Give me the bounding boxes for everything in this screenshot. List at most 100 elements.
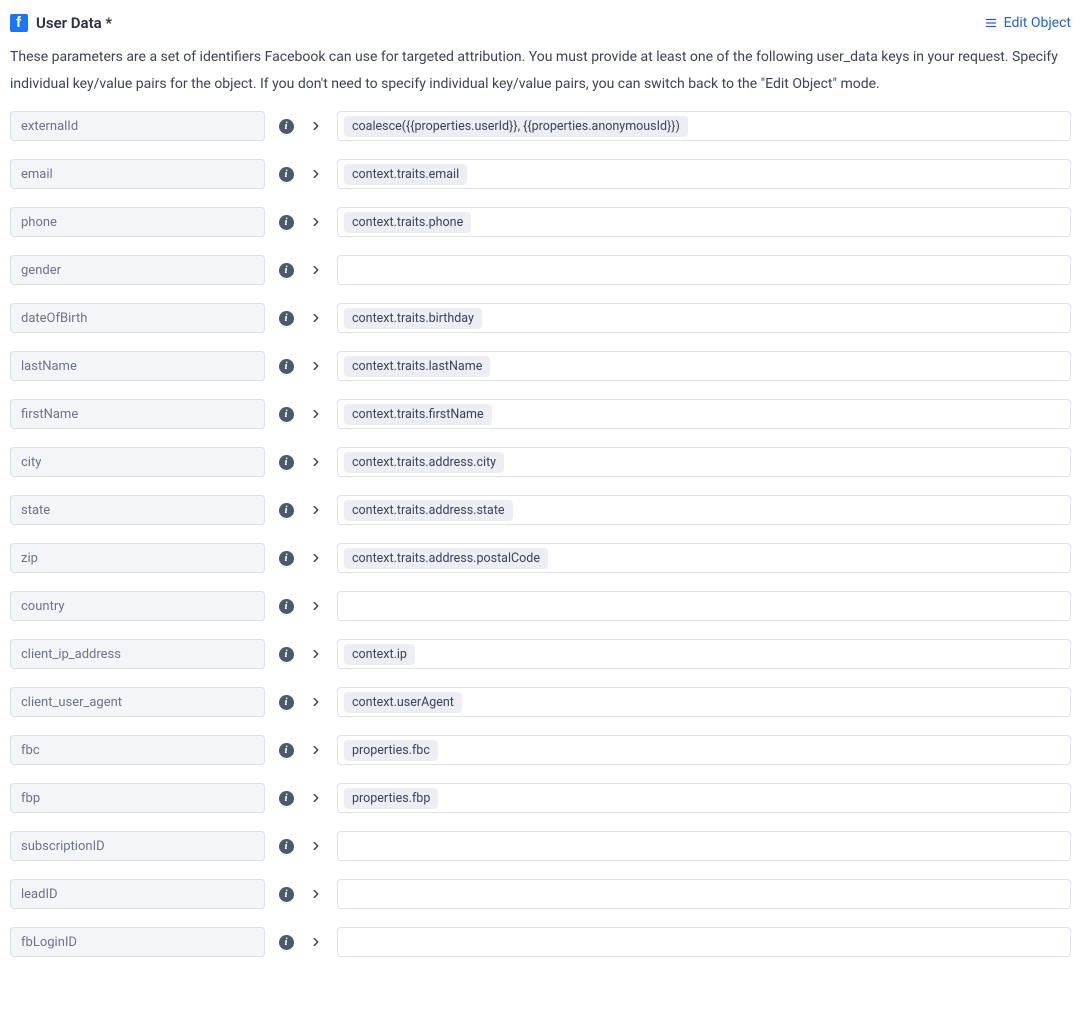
- info-icon[interactable]: i: [279, 599, 294, 614]
- key-value-row: externalId i coalesce({{properties.userId}…: [10, 111, 1071, 141]
- chevron-right-icon: [309, 215, 323, 229]
- key-input[interactable]: client_ip_address: [10, 639, 265, 669]
- value-chip: context.traits.lastName: [344, 356, 490, 377]
- chevron-col: [307, 591, 325, 621]
- info-icon[interactable]: i: [279, 647, 294, 662]
- info-icon[interactable]: i: [279, 887, 294, 902]
- value-chip: context.traits.firstName: [344, 404, 492, 425]
- info-icon[interactable]: i: [279, 311, 294, 326]
- value-input[interactable]: context.traits.address.state: [337, 495, 1071, 525]
- info-icon-col: i: [277, 255, 295, 285]
- value-chip: context.traits.phone: [344, 212, 471, 233]
- info-icon[interactable]: i: [279, 839, 294, 854]
- value-input[interactable]: context.traits.phone: [337, 207, 1071, 237]
- key-input[interactable]: client_user_agent: [10, 687, 265, 717]
- key-input[interactable]: gender: [10, 255, 265, 285]
- info-icon-col: i: [277, 639, 295, 669]
- key-input[interactable]: zip: [10, 543, 265, 573]
- info-icon-col: i: [277, 351, 295, 381]
- chevron-col: [307, 351, 325, 381]
- info-icon-col: i: [277, 543, 295, 573]
- key-input[interactable]: leadID: [10, 879, 265, 909]
- chevron-right-icon: [309, 407, 323, 421]
- chevron-col: [307, 111, 325, 141]
- edit-object-button[interactable]: Edit Object: [984, 15, 1071, 31]
- section-title: User Data *: [36, 14, 112, 32]
- value-input[interactable]: [337, 831, 1071, 861]
- info-icon[interactable]: i: [279, 551, 294, 566]
- key-input[interactable]: fbc: [10, 735, 265, 765]
- value-input[interactable]: coalesce({{properties.userId}}, {{proper…: [337, 111, 1071, 141]
- key-input[interactable]: fbLoginID: [10, 927, 265, 957]
- value-input[interactable]: context.ip: [337, 639, 1071, 669]
- info-icon-col: i: [277, 207, 295, 237]
- key-value-row: emaili context.traits.email: [10, 159, 1071, 189]
- key-value-rows: externalId i coalesce({{properties.userId}…: [10, 111, 1071, 957]
- key-input[interactable]: fbp: [10, 783, 265, 813]
- value-input[interactable]: [337, 255, 1071, 285]
- value-input[interactable]: context.userAgent: [337, 687, 1071, 717]
- value-chip: context.traits.address.state: [344, 500, 513, 521]
- chevron-right-icon: [309, 551, 323, 565]
- value-input[interactable]: context.traits.address.postalCode: [337, 543, 1071, 573]
- value-input[interactable]: context.traits.firstName: [337, 399, 1071, 429]
- key-input[interactable]: country: [10, 591, 265, 621]
- key-value-row: lastName i context.traits.lastName: [10, 351, 1071, 381]
- chevron-col: [307, 207, 325, 237]
- chevron-right-icon: [309, 599, 323, 613]
- key-value-row: statei context.traits.address.state: [10, 495, 1071, 525]
- value-chip: context.ip: [344, 644, 415, 665]
- value-chip: properties.fbc: [344, 740, 438, 761]
- info-icon[interactable]: i: [279, 743, 294, 758]
- info-icon-col: i: [277, 591, 295, 621]
- key-input[interactable]: lastName: [10, 351, 265, 381]
- key-input[interactable]: state: [10, 495, 265, 525]
- value-input[interactable]: properties.fbp: [337, 783, 1071, 813]
- header-left: User Data *: [10, 14, 112, 32]
- info-icon-col: i: [277, 399, 295, 429]
- value-input[interactable]: context.traits.birthday: [337, 303, 1071, 333]
- info-icon[interactable]: i: [279, 359, 294, 374]
- chevron-col: [307, 879, 325, 909]
- chevron-right-icon: [309, 359, 323, 373]
- info-icon[interactable]: i: [279, 455, 294, 470]
- value-input[interactable]: context.traits.lastName: [337, 351, 1071, 381]
- info-icon-col: i: [277, 447, 295, 477]
- chevron-col: [307, 159, 325, 189]
- chevron-col: [307, 255, 325, 285]
- value-input[interactable]: properties.fbc: [337, 735, 1071, 765]
- chevron-right-icon: [309, 695, 323, 709]
- value-input[interactable]: [337, 879, 1071, 909]
- chevron-right-icon: [309, 935, 323, 949]
- value-input[interactable]: [337, 591, 1071, 621]
- key-input[interactable]: externalId: [10, 111, 265, 141]
- info-icon[interactable]: i: [279, 215, 294, 230]
- key-input[interactable]: subscriptionID: [10, 831, 265, 861]
- chevron-col: [307, 735, 325, 765]
- info-icon[interactable]: i: [279, 167, 294, 182]
- value-input[interactable]: context.traits.address.city: [337, 447, 1071, 477]
- value-input[interactable]: [337, 927, 1071, 957]
- section-description: These parameters are a set of identifier…: [10, 44, 1071, 97]
- value-chip: context.traits.email: [344, 164, 467, 185]
- key-value-row: fbLoginID i: [10, 927, 1071, 957]
- chevron-col: [307, 543, 325, 573]
- info-icon[interactable]: i: [279, 263, 294, 278]
- key-value-row: leadID i: [10, 879, 1071, 909]
- key-input[interactable]: email: [10, 159, 265, 189]
- key-input[interactable]: phone: [10, 207, 265, 237]
- value-input[interactable]: context.traits.email: [337, 159, 1071, 189]
- info-icon[interactable]: i: [279, 407, 294, 422]
- chevron-col: [307, 399, 325, 429]
- key-value-row: subscriptionID i: [10, 831, 1071, 861]
- info-icon[interactable]: i: [279, 791, 294, 806]
- key-input[interactable]: firstName: [10, 399, 265, 429]
- info-icon[interactable]: i: [279, 503, 294, 518]
- info-icon[interactable]: i: [279, 695, 294, 710]
- key-value-row: country i: [10, 591, 1071, 621]
- chevron-right-icon: [309, 743, 323, 757]
- info-icon[interactable]: i: [279, 935, 294, 950]
- key-input[interactable]: city: [10, 447, 265, 477]
- info-icon[interactable]: i: [279, 119, 294, 134]
- key-input[interactable]: dateOfBirth: [10, 303, 265, 333]
